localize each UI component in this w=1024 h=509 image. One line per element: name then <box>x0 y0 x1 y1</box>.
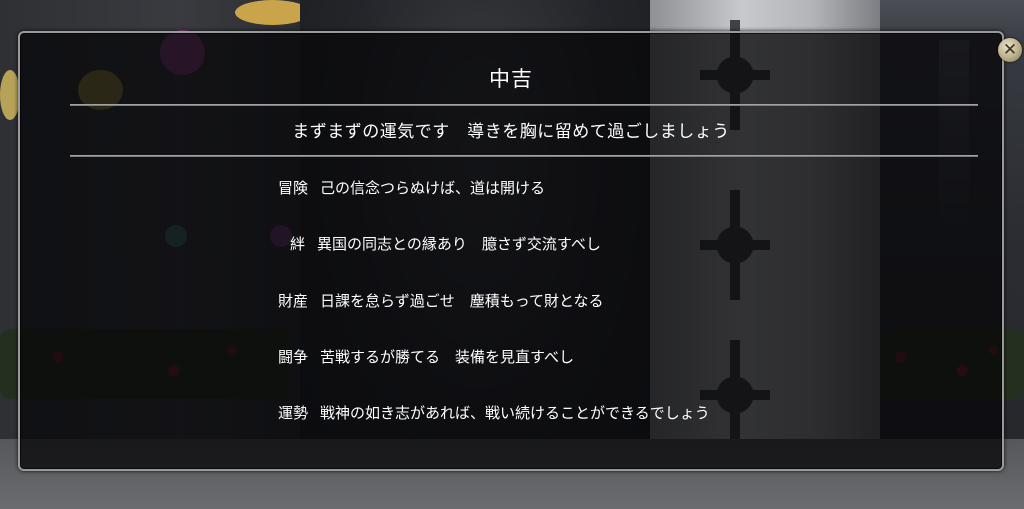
close-button[interactable]: ✕ <box>998 38 1022 62</box>
fortune-text: 日課を怠らず過ごせ 塵積もって財となる <box>320 292 604 310</box>
close-icon[interactable]: ✕ <box>1003 41 1017 59</box>
fortune-bond: 絆異国の同志との縁あり 臆さず交流すべし <box>290 233 601 254</box>
fortune-wealth: 財産 日課を怠らず過ごせ 塵積もって財となる <box>278 290 604 311</box>
fortune-luck: 運勢 戦神の如き志があれば、戦い続けることができるでしょう <box>278 402 710 423</box>
fortune-label: 財産 <box>278 292 309 310</box>
fortune-title: 中吉 <box>489 67 533 91</box>
fortune-dialog: 中吉 まずまずの運気です 導きを胸に留めて過ごしましょう 冒険 己の信念つらぬけば… <box>18 31 1004 471</box>
fortune-text: 異国の同志との縁あり 臆さず交流すべし <box>317 235 601 253</box>
fortune-label: 闘争 <box>278 348 309 366</box>
fortune-battle: 闘争 苦戦するが勝てる 装備を見直すべし <box>278 346 574 367</box>
fortune-adventure: 冒険 己の信念つらぬけば、道は開ける <box>278 177 545 198</box>
fortune-text: 己の信念つらぬけば、道は開ける <box>320 179 546 197</box>
divider <box>70 155 978 157</box>
fortune-label: 絆 <box>290 235 306 253</box>
fortune-summary: まずまずの運気です 導きを胸に留めて過ごしましょう <box>292 122 730 142</box>
fortune-label: 運勢 <box>278 404 309 422</box>
lantern <box>0 70 20 120</box>
fortune-text: 戦神の如き志があれば、戦い続けることができるでしょう <box>320 404 710 422</box>
divider <box>70 104 978 106</box>
fortune-label: 冒険 <box>278 179 309 197</box>
fortune-text: 苦戦するが勝てる 装備を見直すべし <box>320 348 574 366</box>
lantern <box>235 0 310 25</box>
